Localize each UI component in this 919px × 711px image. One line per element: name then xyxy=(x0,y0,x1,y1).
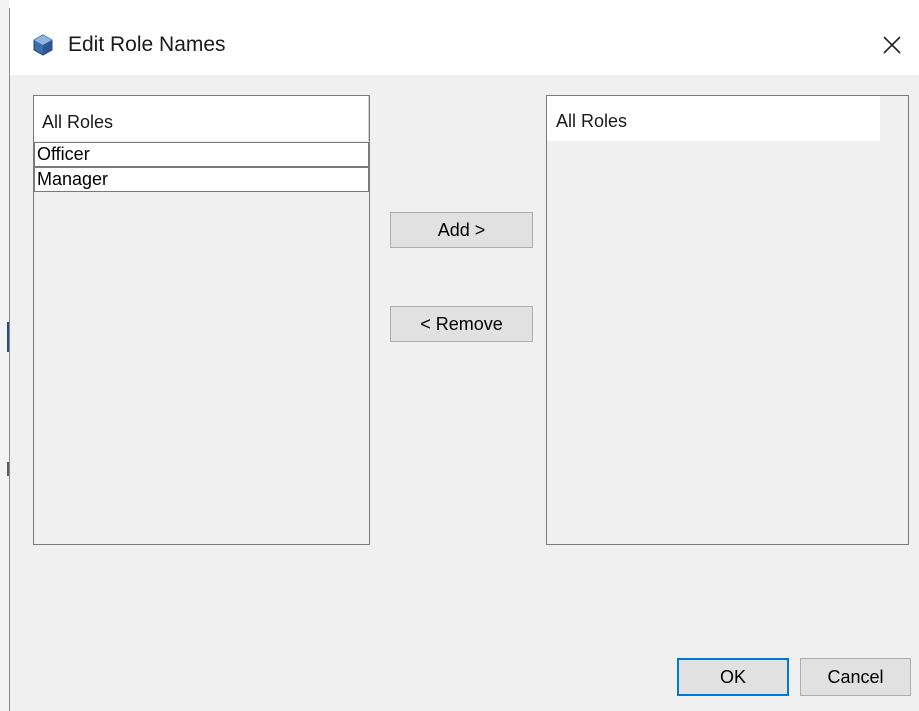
list-item-manager[interactable]: Manager xyxy=(34,167,369,192)
list-item-officer[interactable]: Officer xyxy=(34,142,369,167)
selected-roles-list[interactable]: All Roles xyxy=(546,95,909,545)
screen: Edit Role Names All Roles Officer Manage… xyxy=(0,0,919,711)
dialog-title: Edit Role Names xyxy=(68,33,226,56)
available-roles-list[interactable]: All Roles Officer Manager xyxy=(33,95,370,545)
edit-role-names-dialog: Edit Role Names All Roles Officer Manage… xyxy=(9,8,919,711)
cube-icon xyxy=(33,34,53,56)
selected-roles-header: All Roles xyxy=(547,96,880,141)
ok-button[interactable]: OK xyxy=(677,658,789,696)
close-icon[interactable] xyxy=(880,33,904,57)
add-button[interactable]: Add > xyxy=(390,212,533,248)
cancel-button[interactable]: Cancel xyxy=(800,658,911,696)
remove-button[interactable]: < Remove xyxy=(390,306,533,342)
background-window-edge xyxy=(0,0,10,711)
dialog-titlebar: Edit Role Names xyxy=(10,8,919,75)
available-roles-header: All Roles xyxy=(34,96,369,141)
